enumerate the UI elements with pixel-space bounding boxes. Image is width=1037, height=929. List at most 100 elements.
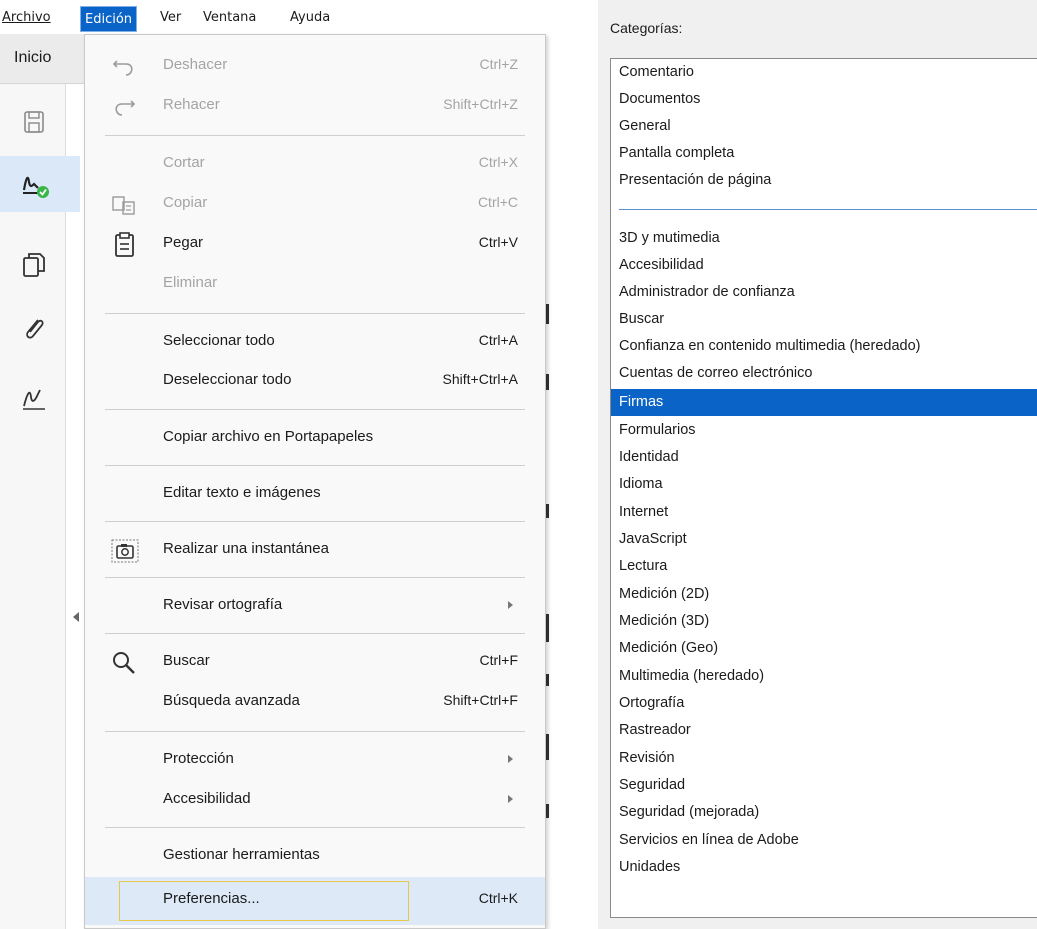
menu-item-revisar-ortografia[interactable]: Revisar ortografía bbox=[85, 587, 545, 627]
preferences-panel: Categorías: Comentario Documentos Genera… bbox=[598, 0, 1037, 929]
menu-item-shortcut: Ctrl+F bbox=[479, 652, 519, 668]
menu-item-instantanea[interactable]: Realizar una instantánea bbox=[85, 531, 545, 571]
attachment-icon[interactable] bbox=[18, 312, 50, 344]
menubar-ayuda[interactable]: Ayuda bbox=[290, 8, 330, 28]
menu-separator bbox=[105, 465, 525, 466]
list-item[interactable]: Formularios bbox=[611, 417, 1037, 444]
menubar-edicion[interactable]: Edición bbox=[80, 6, 138, 32]
menu-item-copiar-archivo[interactable]: Copiar archivo en Portapapeles bbox=[85, 419, 545, 459]
undo-icon bbox=[112, 60, 133, 76]
list-item[interactable]: Pantalla completa bbox=[611, 140, 1037, 167]
menu-separator bbox=[105, 409, 525, 410]
list-item[interactable]: Comentario bbox=[611, 59, 1037, 86]
list-item[interactable]: JavaScript bbox=[611, 526, 1037, 553]
list-item[interactable]: Confianza en contenido multimedia (hered… bbox=[611, 333, 1037, 360]
menubar-edicion-label: Edición bbox=[85, 12, 133, 27]
menu-separator bbox=[105, 827, 525, 828]
list-item[interactable]: Documentos bbox=[611, 86, 1037, 113]
menu-item-shortcut: Ctrl+C bbox=[477, 194, 518, 210]
signature-tool-icon[interactable] bbox=[18, 382, 50, 414]
list-item[interactable]: Medición (Geo) bbox=[611, 635, 1037, 662]
menu-item-copiar[interactable]: Copiar Ctrl+C bbox=[85, 185, 545, 225]
menu-item-cortar[interactable]: Cortar Ctrl+X bbox=[85, 145, 545, 185]
menubar-archivo-label: Archivo bbox=[2, 10, 51, 25]
submenu-arrow-icon bbox=[508, 795, 513, 803]
menu-item-editar-texto[interactable]: Editar texto e imágenes bbox=[85, 475, 545, 515]
menu-separator bbox=[105, 577, 525, 578]
menu-item-eliminar[interactable]: Eliminar bbox=[85, 265, 545, 305]
list-item[interactable]: Buscar bbox=[611, 306, 1037, 333]
menu-item-buscar[interactable]: Buscar Ctrl+F bbox=[85, 643, 545, 683]
list-item[interactable]: Seguridad bbox=[611, 772, 1037, 799]
list-item[interactable]: Internet bbox=[611, 499, 1037, 526]
menubar-ver-label: Ver bbox=[160, 10, 182, 25]
list-item-selected[interactable]: Firmas bbox=[611, 389, 1037, 416]
menu-item-label: Editar texto e imágenes bbox=[163, 484, 321, 501]
menu-item-label: Búsqueda avanzada bbox=[163, 692, 300, 709]
save-icon[interactable] bbox=[18, 106, 50, 138]
list-item[interactable]: General bbox=[611, 113, 1037, 140]
sign-icon bbox=[22, 176, 49, 198]
menu-item-shortcut: Shift+Ctrl+F bbox=[443, 692, 518, 708]
menu-item-seleccionar-todo[interactable]: Seleccionar todo Ctrl+A bbox=[85, 323, 545, 363]
menu-item-label: Deseleccionar todo bbox=[163, 371, 292, 388]
categories-list[interactable]: Comentario Documentos General Pantalla c… bbox=[610, 58, 1037, 918]
menu-item-pegar[interactable]: Pegar Ctrl+V bbox=[85, 225, 545, 265]
list-item[interactable]: Administrador de confianza bbox=[611, 279, 1037, 306]
list-item[interactable]: Unidades bbox=[611, 854, 1037, 881]
menu-item-rehacer[interactable]: Rehacer Shift+Ctrl+Z bbox=[85, 87, 545, 127]
pages-icon[interactable] bbox=[18, 249, 50, 281]
menu-item-shortcut: Ctrl+X bbox=[478, 154, 518, 170]
list-item[interactable]: Cuentas de correo electrónico bbox=[611, 360, 1037, 387]
snapshot-icon bbox=[111, 539, 139, 563]
list-item[interactable]: Seguridad (mejorada) bbox=[611, 799, 1037, 826]
categories-label: Categorías: bbox=[610, 20, 683, 36]
panel-collapse-icon[interactable] bbox=[73, 612, 79, 622]
menu-separator bbox=[105, 313, 525, 314]
menu-item-label: Realizar una instantánea bbox=[163, 540, 329, 557]
list-item[interactable]: 3D y mutimedia bbox=[611, 225, 1037, 252]
menu-item-deseleccionar-todo[interactable]: Deseleccionar todo Shift+Ctrl+A bbox=[85, 362, 545, 402]
document-edge bbox=[544, 34, 560, 929]
menu-item-label: Buscar bbox=[163, 652, 210, 669]
menu-separator bbox=[105, 135, 525, 136]
left-tool-column bbox=[0, 84, 80, 929]
list-item[interactable]: Accesibilidad bbox=[611, 252, 1037, 279]
menu-item-label: Eliminar bbox=[163, 274, 218, 291]
menubar-ventana[interactable]: Ventana bbox=[203, 8, 256, 28]
menubar-archivo[interactable]: Archivo bbox=[2, 8, 51, 28]
list-item[interactable]: Medición (2D) bbox=[611, 581, 1037, 608]
menu-item-shortcut: Ctrl+K bbox=[478, 890, 518, 906]
list-item[interactable]: Presentación de página bbox=[611, 167, 1037, 194]
menu-item-label: Protección bbox=[163, 750, 234, 767]
list-item[interactable]: Ortografía bbox=[611, 690, 1037, 717]
menu-item-gestionar-herramientas[interactable]: Gestionar herramientas bbox=[85, 837, 545, 877]
tab-inicio[interactable]: Inicio bbox=[14, 49, 51, 67]
menu-item-proteccion[interactable]: Protección bbox=[85, 741, 545, 781]
list-item[interactable]: Revisión bbox=[611, 745, 1037, 772]
list-separator bbox=[619, 209, 1037, 210]
submenu-arrow-icon bbox=[508, 601, 513, 609]
menu-item-shortcut: Shift+Ctrl+A bbox=[442, 371, 518, 387]
list-item[interactable]: Rastreador bbox=[611, 717, 1037, 744]
list-item[interactable]: Servicios en línea de Adobe bbox=[611, 827, 1037, 854]
edicion-menu: Deshacer Ctrl+Z Rehacer Shift+Ctrl+Z Cor… bbox=[84, 34, 546, 929]
menu-item-accesibilidad[interactable]: Accesibilidad bbox=[85, 781, 545, 821]
fill-sign-tool[interactable] bbox=[0, 156, 80, 212]
menu-item-busqueda-avanzada[interactable]: Búsqueda avanzada Shift+Ctrl+F bbox=[85, 683, 545, 723]
list-item[interactable]: Medición (3D) bbox=[611, 608, 1037, 635]
list-item[interactable]: Identidad bbox=[611, 444, 1037, 471]
menu-item-label: Preferencias... bbox=[163, 890, 260, 907]
menu-item-preferencias[interactable]: Preferencias... Ctrl+K bbox=[85, 877, 545, 925]
search-icon bbox=[113, 652, 135, 674]
menu-separator bbox=[105, 731, 525, 732]
menubar-ver[interactable]: Ver bbox=[160, 8, 181, 28]
menu-item-label: Cortar bbox=[163, 154, 205, 171]
list-item[interactable]: Idioma bbox=[611, 471, 1037, 498]
menu-item-shortcut: Shift+Ctrl+Z bbox=[443, 96, 518, 112]
list-item[interactable]: Multimedia (heredado) bbox=[611, 663, 1037, 690]
menu-item-deshacer[interactable]: Deshacer Ctrl+Z bbox=[85, 47, 545, 87]
list-item[interactable]: Lectura bbox=[611, 553, 1037, 580]
menubar-ayuda-label: Ayuda bbox=[290, 10, 331, 25]
menu-item-label: Rehacer bbox=[163, 96, 220, 113]
